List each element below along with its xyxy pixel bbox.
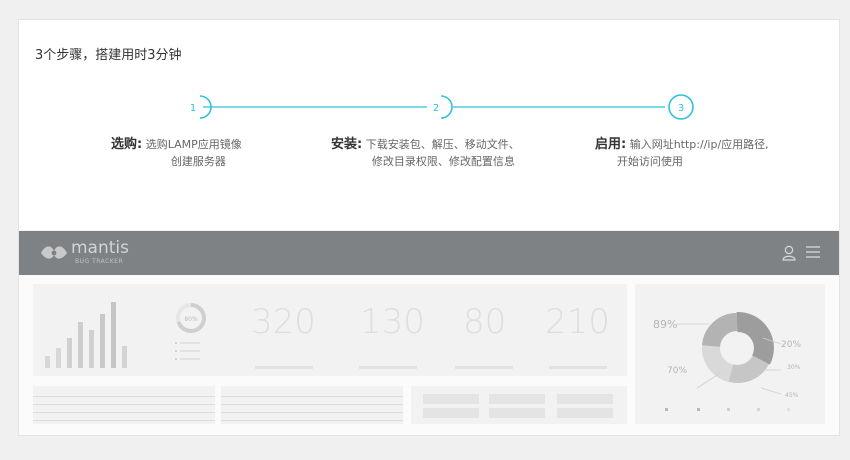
step-3-description: 启用: 输入网址http://ip/应用路径, 开始访问使用 — [595, 136, 769, 170]
donut-chart-thumbnail — [665, 312, 790, 411]
stat-underline-4 — [549, 366, 607, 369]
stat-value-4: 210 — [545, 302, 610, 342]
menu-icon[interactable] — [805, 245, 821, 259]
step-3-number: 3 — [678, 103, 684, 114]
table-cell — [489, 408, 545, 418]
step-2-line1: 下载安装包、解压、移动文件、 — [365, 138, 520, 151]
gauge-thumbnail: 80% — [175, 303, 206, 360]
table-cell — [557, 408, 613, 418]
step-1-line1: 选购LAMP应用镜像 — [145, 138, 242, 151]
step-2-title: 安装: — [331, 137, 363, 152]
step-1-title: 选购: — [111, 137, 143, 152]
app-subtitle: BUG TRACKER — [75, 258, 124, 265]
donut-label-89: 89% — [653, 318, 678, 331]
gauge-label: 80% — [184, 316, 198, 323]
table-cell — [557, 394, 613, 404]
table-cell — [423, 408, 479, 418]
donut-label-45: 45% — [785, 392, 799, 399]
setup-card: 3个步骤，搭建用时3分钟 1 2 3 选购: 选购LAMP应用镜像 创建服务器 … — [18, 19, 840, 436]
setup-heading: 3个步骤，搭建用时3分钟 — [35, 48, 182, 63]
table-cell — [489, 394, 545, 404]
app-header: mantis BUG TRACKER — [19, 231, 839, 275]
stat-value-3: 80 — [463, 302, 507, 342]
mantis-logo-icon — [41, 246, 67, 259]
user-icon[interactable] — [782, 245, 796, 261]
stat-underline-1 — [255, 366, 313, 369]
step-3-title: 启用: — [595, 137, 627, 152]
stat-underline-3 — [455, 366, 513, 369]
step-1-line2: 创建服务器 — [170, 155, 226, 168]
bar-chart-thumbnail — [45, 302, 127, 368]
step-2-number: 2 — [433, 103, 439, 114]
stat-underline-2 — [359, 366, 417, 369]
step-1-number: 1 — [190, 103, 196, 114]
step-1-description: 选购: 选购LAMP应用镜像 创建服务器 — [111, 136, 242, 170]
donut-label-30: 30% — [787, 364, 801, 371]
table-cell — [423, 394, 479, 404]
steps-progress: 1 2 3 — [33, 94, 827, 120]
stat-value-2: 130 — [360, 302, 425, 342]
step-2-line2: 修改目录权限、修改配置信息 — [371, 155, 515, 168]
app-name: mantis — [71, 238, 129, 258]
stat-value-1: 320 — [251, 302, 316, 342]
step-3-line1: 输入网址http://ip/应用路径, — [629, 138, 769, 151]
step-3-line2: 开始访问使用 — [616, 155, 683, 168]
text-lines-1 — [33, 392, 215, 422]
table-panel — [411, 386, 627, 424]
step-2-marker — [440, 95, 453, 119]
step-2-description: 安装: 下载安装包、解压、移动文件、 修改目录权限、修改配置信息 — [331, 136, 520, 170]
donut-label-20: 20% — [781, 340, 802, 350]
donut-label-70: 70% — [667, 366, 688, 376]
text-lines-2 — [221, 392, 403, 422]
